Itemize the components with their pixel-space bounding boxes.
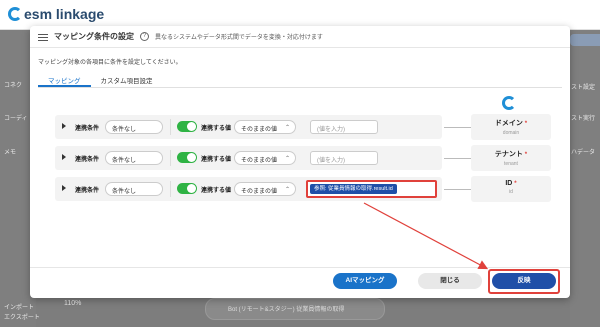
expand-caret-icon[interactable] [62, 185, 66, 191]
right-item-test-settings[interactable]: スト設定 [571, 82, 595, 91]
apply-button[interactable]: 反映 [492, 273, 556, 289]
sidebar-item-coordinate[interactable]: コーディ [4, 113, 28, 122]
target-field-key: tenant [504, 161, 518, 167]
expand-caret-icon[interactable] [62, 154, 66, 160]
required-mark: * [524, 152, 528, 158]
condition-select[interactable]: 条件なし [105, 182, 163, 196]
value-mode-text: そのままの値 [241, 127, 278, 133]
target-field-name: テナント [494, 151, 523, 158]
mapping-row: 連携条件 条件なし 連携する値 そのままの値 ⌃ (値を入力) [55, 146, 442, 170]
link-toggle[interactable] [177, 121, 197, 132]
right-sidebar [570, 30, 600, 327]
row-divider [170, 150, 171, 166]
chevron-down-icon: ⌃ [284, 156, 290, 162]
footer-divider [30, 267, 570, 268]
link-toggle[interactable] [177, 152, 197, 163]
value-input[interactable]: (値を入力) [310, 151, 378, 165]
right-item-data[interactable]: ハデータ [571, 147, 595, 156]
value-mode-select[interactable]: そのままの値 ⌃ [234, 120, 296, 134]
sidebar-item-memo[interactable]: メモ [4, 147, 16, 156]
app-logo: esm linkage [8, 6, 104, 22]
condition-select[interactable]: 条件なし [105, 120, 163, 134]
bottom-node-text: Bot (リモート&スタジー) 従業員情報の取得 [228, 307, 345, 313]
condition-select[interactable]: 条件なし [105, 151, 163, 165]
link-label: 連携する値 [201, 157, 232, 163]
modal-description: マッピング対象の各項目に条件を設定してください。 [38, 60, 182, 66]
value-mode-text: そのままの値 [241, 189, 278, 195]
link-label: 連携する値 [201, 126, 232, 132]
modal-subtitle: 異なるシステムやデータ形式間でデータを変換・対応付けます [155, 35, 323, 41]
row-divider [170, 119, 171, 135]
target-field-name: ID [505, 180, 513, 187]
tab-custom-fields[interactable]: カスタム項目設定 [91, 72, 163, 87]
logo-icon [8, 7, 22, 21]
help-icon[interactable]: ? [140, 32, 149, 41]
target-field-domain: ドメイン * domain [471, 114, 551, 140]
sidebar-item-export[interactable]: エクスポート [4, 312, 40, 321]
settings-sliders-icon [38, 33, 48, 41]
modal-header: マッピング条件の設定 ? 異なるシステムやデータ形式間でデータを変換・対応付けま… [30, 26, 570, 48]
right-pill-button[interactable] [570, 34, 600, 46]
sidebar-item-import[interactable]: インポート [4, 302, 34, 311]
value-input[interactable]: (値を入力) [310, 120, 378, 134]
chevron-down-icon: ⌃ [284, 125, 290, 131]
target-field-name: ドメイン [494, 120, 523, 127]
target-system-logo-icon [502, 96, 516, 110]
link-toggle[interactable] [177, 183, 197, 194]
required-mark: * [524, 121, 528, 127]
value-mode-select[interactable]: そのままの値 ⌃ [234, 182, 296, 196]
target-field-tenant: テナント * tenant [471, 145, 551, 171]
condition-label: 連携条件 [75, 188, 100, 194]
logo-text: esm linkage [24, 6, 105, 22]
right-item-test-run[interactable]: スト実行 [571, 113, 595, 122]
sidebar-item-connect[interactable]: コネク [4, 80, 22, 89]
target-field-key: id [509, 189, 513, 195]
mapping-row: 連携条件 条件なし 連携する値 そのままの値 ⌃ 参照: 従業員情報の取得.re… [55, 177, 442, 201]
condition-label: 連携条件 [75, 126, 100, 132]
value-mode-text: そのままの値 [241, 158, 278, 164]
required-mark: * [514, 181, 517, 187]
target-field-id: ID * id [471, 176, 551, 202]
value-reference-field[interactable]: 参照: 従業員情報の取得.result.id [306, 180, 437, 198]
expand-caret-icon[interactable] [62, 123, 66, 129]
target-field-key: domain [502, 130, 520, 136]
zoom-level: 110% [64, 300, 82, 307]
reference-chip[interactable]: 参照: 従業員情報の取得.result.id [310, 184, 397, 194]
value-mode-select[interactable]: そのままの値 ⌃ [234, 151, 296, 165]
mapping-row: 連携条件 条件なし 連携する値 そのままの値 ⌃ (値を入力) [55, 115, 442, 139]
tab-mapping[interactable]: マッピング [38, 72, 91, 87]
link-label: 連携する値 [201, 188, 232, 194]
condition-label: 連携条件 [75, 157, 100, 163]
ai-mapping-button[interactable]: AIマッピング [333, 273, 397, 289]
chevron-down-icon: ⌃ [284, 187, 290, 193]
tab-bar: マッピング カスタム項目設定 [38, 72, 562, 88]
modal-title: マッピング条件の設定 [54, 32, 134, 41]
mapping-modal: マッピング条件の設定 ? 異なるシステムやデータ形式間でデータを変換・対応付けま… [30, 26, 570, 298]
close-button[interactable]: 閉じる [418, 273, 482, 289]
row-divider [170, 181, 171, 197]
